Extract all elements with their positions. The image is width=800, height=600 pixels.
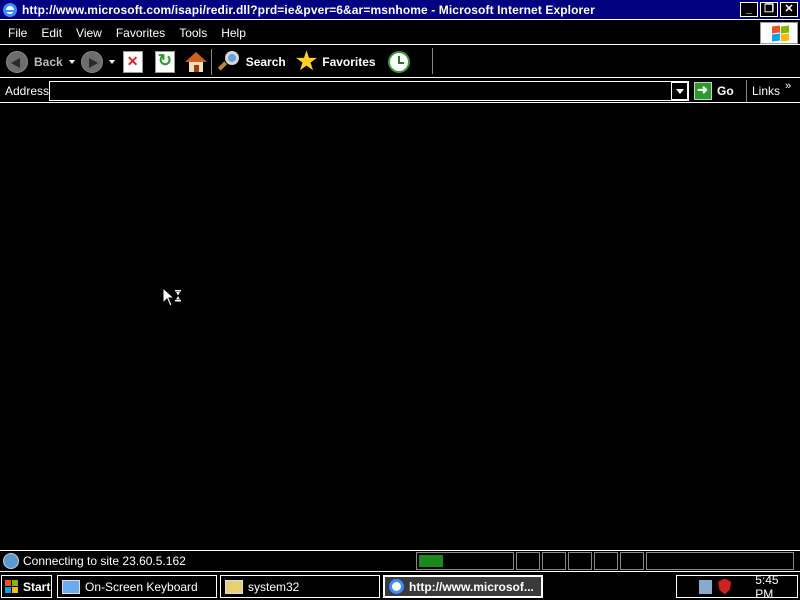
toolbar-separator bbox=[432, 48, 433, 74]
status-panel bbox=[568, 551, 592, 570]
page-content[interactable] bbox=[0, 104, 800, 549]
menu-bar: File Edit View Favorites Tools Help bbox=[0, 21, 800, 45]
taskbar-item-label: On-Screen Keyboard bbox=[85, 579, 198, 594]
search-button[interactable]: Search bbox=[216, 48, 286, 76]
windows-logo-icon bbox=[760, 22, 798, 44]
links-toolbar[interactable]: Links bbox=[752, 84, 780, 98]
standard-toolbar: Back Search ★ Favorites bbox=[0, 46, 800, 78]
home-button[interactable] bbox=[184, 48, 207, 76]
shield-icon[interactable] bbox=[718, 578, 732, 595]
status-panel bbox=[516, 551, 540, 570]
history-icon bbox=[387, 50, 410, 73]
refresh-button[interactable] bbox=[154, 48, 175, 76]
taskbar: Start On-Screen Keyboard system32 http:/… bbox=[0, 571, 800, 600]
status-panel bbox=[542, 551, 566, 570]
menu-favorites[interactable]: Favorites bbox=[110, 26, 171, 40]
taskbar-item-label: http://www.microsof... bbox=[409, 579, 534, 594]
address-dropdown-button[interactable] bbox=[671, 81, 688, 100]
go-label: Go bbox=[717, 83, 734, 98]
forward-dropdown-icon[interactable] bbox=[108, 59, 115, 64]
window-controls: _ ❐ ✕ bbox=[740, 2, 798, 17]
clock[interactable]: 5:45 PM bbox=[755, 573, 797, 600]
window-title: http://www.microsoft.com/isapi/redir.dll… bbox=[22, 2, 595, 17]
home-icon bbox=[184, 51, 207, 73]
forward-button[interactable] bbox=[80, 48, 103, 76]
busy-cursor-icon bbox=[162, 287, 181, 307]
menu-tools[interactable]: Tools bbox=[173, 26, 213, 40]
favorites-star-icon: ★ bbox=[295, 47, 318, 75]
progress-fill bbox=[419, 554, 443, 567]
menu-view[interactable]: View bbox=[70, 26, 108, 40]
stop-icon bbox=[122, 50, 143, 73]
taskbar-item-ie[interactable]: http://www.microsof... bbox=[383, 575, 543, 598]
address-bar: Address Go Links » bbox=[0, 79, 800, 103]
go-button[interactable]: Go bbox=[694, 81, 734, 100]
system-tray: 5:45 PM bbox=[676, 573, 798, 600]
refresh-icon bbox=[154, 50, 175, 73]
favorites-button[interactable]: ★ Favorites bbox=[296, 48, 376, 76]
toolbar-separator bbox=[210, 48, 212, 75]
back-dropdown-icon[interactable] bbox=[68, 59, 75, 64]
progress-bar bbox=[416, 551, 514, 570]
status-globe-icon bbox=[3, 552, 19, 569]
windows-logo-icon bbox=[5, 580, 19, 593]
stop-button[interactable] bbox=[122, 48, 143, 76]
taskbar-item-keyboard[interactable]: On-Screen Keyboard bbox=[57, 575, 217, 598]
minimize-button[interactable]: _ bbox=[740, 2, 758, 17]
ie-icon bbox=[389, 579, 404, 594]
back-label: Back bbox=[34, 54, 63, 69]
address-label: Address bbox=[5, 83, 50, 98]
keyboard-icon bbox=[62, 579, 80, 594]
search-icon bbox=[216, 50, 240, 74]
back-button[interactable]: Back bbox=[6, 48, 63, 76]
status-panel bbox=[620, 551, 644, 570]
menu-edit[interactable]: Edit bbox=[35, 26, 68, 40]
search-label: Search bbox=[245, 54, 286, 69]
links-separator bbox=[746, 80, 747, 102]
menu-file[interactable]: File bbox=[2, 26, 33, 40]
taskbar-item-system32[interactable]: system32 bbox=[220, 575, 380, 598]
ie-icon[interactable] bbox=[2, 2, 18, 18]
start-label: Start bbox=[23, 579, 51, 594]
start-button[interactable]: Start bbox=[1, 575, 52, 598]
favorites-label: Favorites bbox=[322, 54, 376, 69]
menu-help[interactable]: Help bbox=[215, 26, 252, 40]
back-icon bbox=[6, 50, 28, 73]
links-chevron-icon[interactable]: » bbox=[785, 80, 791, 92]
address-input[interactable] bbox=[49, 80, 689, 101]
taskbar-item-label: system32 bbox=[248, 579, 300, 594]
status-text: Connecting to site 23.60.5.162 bbox=[23, 553, 186, 568]
status-panel bbox=[594, 551, 618, 570]
folder-icon bbox=[225, 579, 243, 594]
status-bar: Connecting to site 23.60.5.162 bbox=[0, 550, 800, 570]
forward-icon bbox=[80, 50, 103, 73]
history-button[interactable] bbox=[387, 48, 410, 76]
close-button[interactable]: ✕ bbox=[780, 2, 798, 17]
go-arrow-icon bbox=[694, 81, 712, 100]
title-bar[interactable]: http://www.microsoft.com/isapi/redir.dll… bbox=[0, 0, 800, 20]
restore-button[interactable]: ❐ bbox=[760, 2, 778, 17]
zone-panel bbox=[646, 551, 794, 570]
network-icon[interactable] bbox=[699, 579, 713, 594]
